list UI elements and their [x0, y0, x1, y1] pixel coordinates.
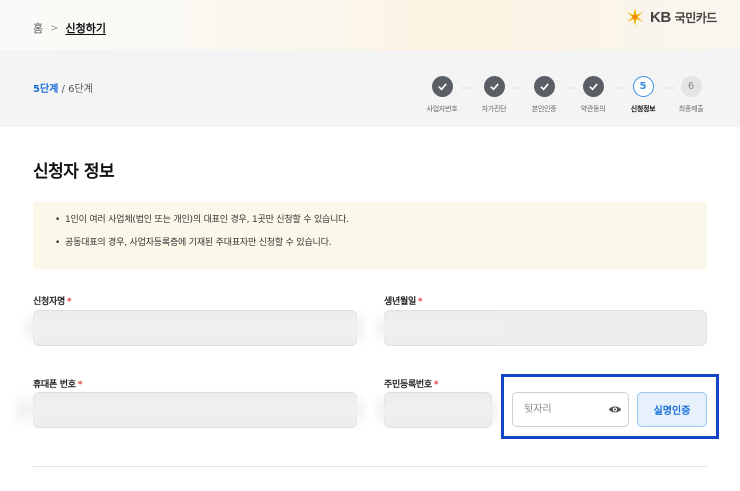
notice-item: 1인이 여러 사업체(법인 또는 개인)의 대표인 경우, 1곳만 신청할 수 …: [55, 214, 707, 226]
step-label: 최종제출: [678, 105, 704, 113]
breadcrumb-current[interactable]: 신청하기: [66, 20, 106, 36]
eye-icon[interactable]: [608, 404, 622, 415]
notice-box: 1인이 여러 사업체(법인 또는 개인)의 대표인 경우, 1곳만 신청할 수 …: [33, 202, 707, 269]
step-number-5: 5: [632, 76, 654, 97]
section-title: 신청자 정보: [33, 162, 115, 182]
total-step-count: / 6단계: [58, 84, 93, 95]
redaction-blur: [25, 310, 365, 346]
step-1: 사업자번호: [412, 76, 472, 114]
top-bar: 홈 > 신청하기 KB 국민카드: [0, 0, 740, 50]
step-progress-bar: 5단계 / 6단계 사업자번호 ··· 자가진단 ··· 본인인증 ··· 약관…: [0, 50, 740, 127]
redaction-blur: [376, 392, 498, 428]
breadcrumb: 홈 > 신청하기: [33, 20, 106, 36]
current-step-count: 5단계: [33, 84, 59, 95]
step-indicator: 사업자번호 ··· 자가진단 ··· 본인인증 ··· 약관동의 ··· 5 신…: [423, 76, 718, 121]
redaction-blur: [15, 392, 365, 428]
step-6: 6 최종제출: [661, 76, 721, 114]
breadcrumb-separator: >: [50, 22, 59, 34]
step-count: 5단계 / 6단계: [33, 80, 93, 95]
resident-number-back-field[interactable]: [512, 392, 629, 427]
birth-date-label: 생년월일 *: [384, 297, 423, 307]
step-number-6: 6: [680, 76, 702, 97]
divider: [33, 466, 707, 467]
phone-number-label: 휴대폰 번호 *: [33, 380, 83, 390]
resident-number-label: 주민등록번호 *: [384, 380, 439, 390]
check-icon: [582, 76, 604, 97]
logo-brand-name: 국민카드: [674, 10, 718, 25]
redaction-blur: [376, 310, 506, 346]
real-name-verify-button[interactable]: 실명인증: [637, 392, 707, 427]
resident-number-back-input[interactable]: [513, 393, 608, 426]
notice-item: 공동대표의 경우, 사업자등록증에 기재된 주대표자만 신청할 수 있습니다.: [55, 237, 707, 249]
logo-kb-text: KB: [650, 8, 671, 26]
check-icon: [431, 76, 453, 97]
check-icon: [483, 76, 505, 97]
step-label: 사업자번호: [426, 105, 458, 113]
applicant-name-label: 신청자명 *: [33, 297, 72, 307]
check-icon: [533, 76, 555, 97]
kb-kookmin-card-logo[interactable]: KB 국민카드: [624, 6, 717, 28]
kb-star-icon: [627, 8, 643, 26]
breadcrumb-home[interactable]: 홈: [33, 20, 43, 36]
